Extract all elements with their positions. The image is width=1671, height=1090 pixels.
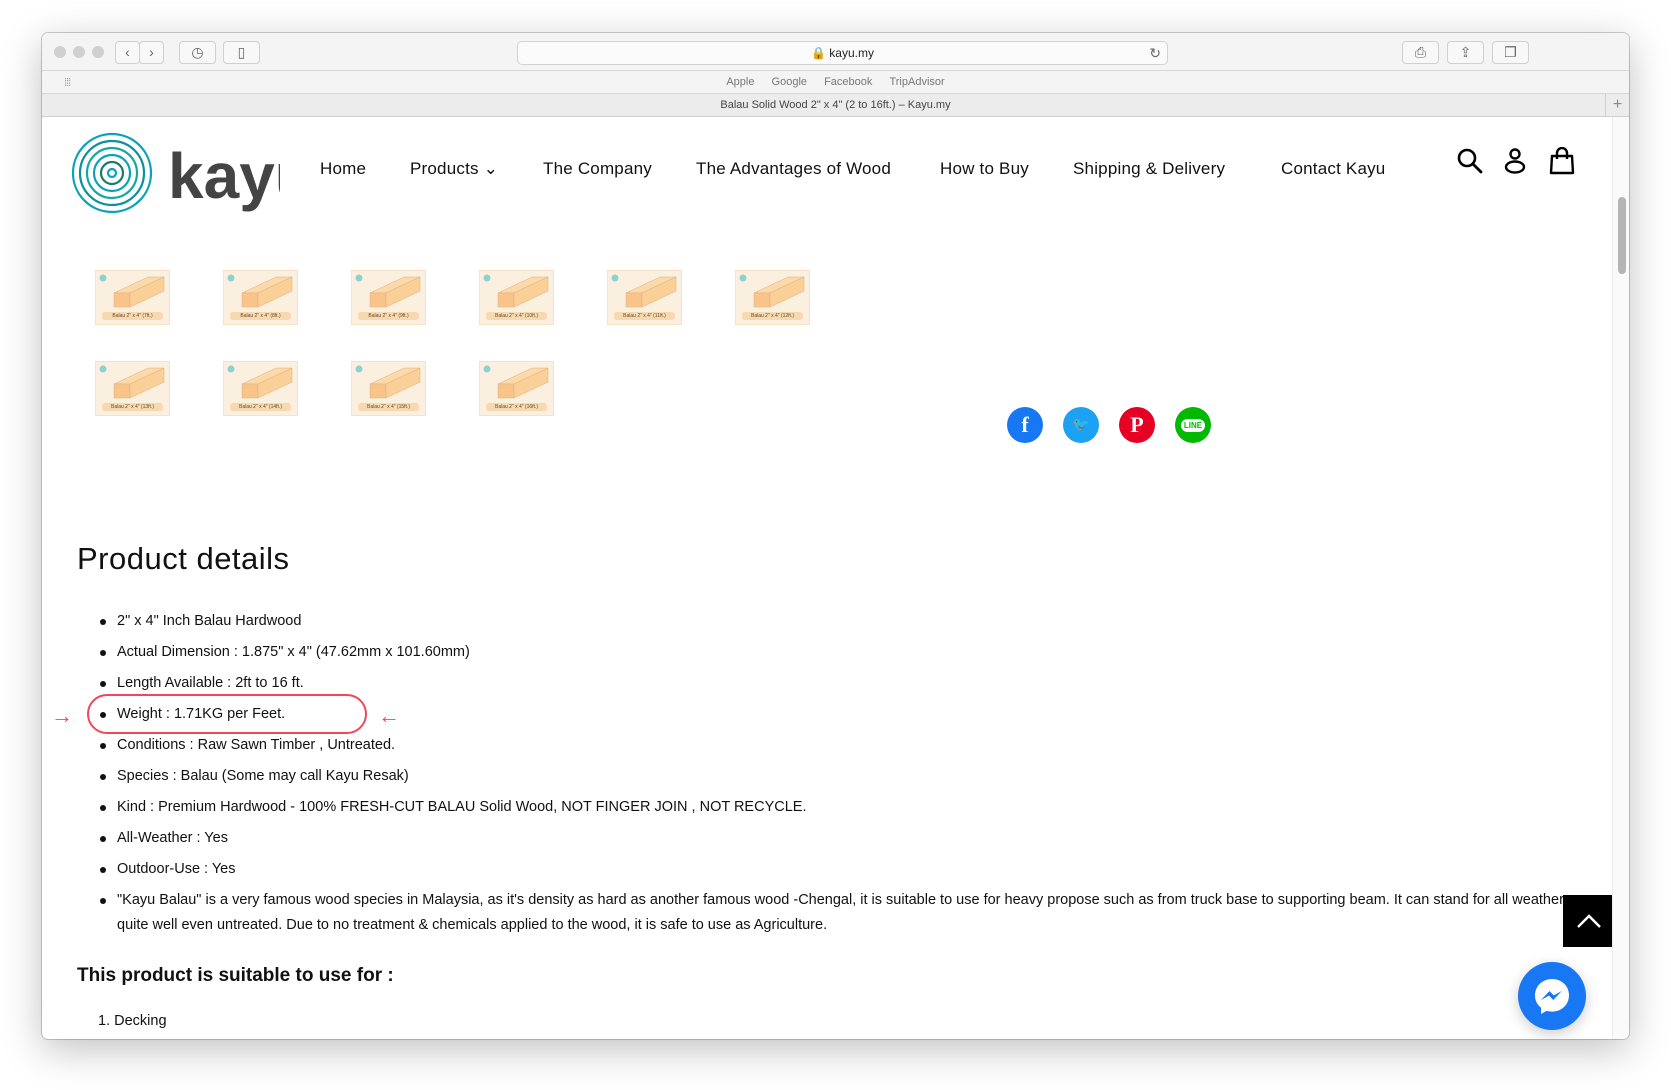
url-text: kayu.my (829, 46, 874, 60)
cart-bag-icon[interactable] (1549, 147, 1575, 175)
share-pinterest-button[interactable]: P (1119, 407, 1155, 443)
messenger-chat-button[interactable] (1518, 962, 1586, 1030)
thumbnail-label: Balau 2" x 4" (13ft.) (102, 403, 163, 411)
chevron-down-icon: ⌄ (483, 159, 499, 178)
detail-item: Kind : Premium Hardwood - 100% FRESH-CUT… (77, 795, 1597, 820)
nav-advantages-of-wood[interactable]: The Advantages of Wood (696, 159, 891, 179)
detail-item: Species : Balau (Some may call Kayu Resa… (77, 764, 1597, 789)
sidebar-icon[interactable]: ▯ (223, 41, 260, 64)
thumbnail-label: Balau 2" x 4" (16ft.) (486, 403, 547, 411)
product-thumbnail[interactable]: Balau 2" x 4" (7ft.) (95, 270, 170, 325)
share-facebook-button[interactable]: f (1007, 407, 1043, 443)
thumbnail-label: Balau 2" x 4" (8ft.) (230, 312, 291, 320)
detail-item: Length Available : 2ft to 16 ft. (77, 671, 1597, 696)
chevron-up-icon (1577, 914, 1601, 928)
arrow-left-annotation-icon: ← (378, 703, 400, 728)
suitable-heading: This product is suitable to use for : (77, 965, 394, 986)
wood-plank-image (355, 274, 421, 308)
wood-plank-image (483, 274, 549, 308)
browser-window: ‹ › ◷ ▯ 🔒 kayu.my ↻ ⎙ ⇪ ❐ ⁞⁞⁞ Apple Googl… (42, 33, 1629, 1039)
thumbnail-label: Balau 2" x 4" (14ft.) (230, 403, 291, 411)
nav-the-company[interactable]: The Company (543, 159, 652, 179)
wood-plank-image (99, 274, 165, 308)
product-details-heading: Product details (77, 541, 290, 576)
back-to-top-button[interactable] (1563, 895, 1615, 947)
arrow-right-annotation-icon: → (51, 703, 73, 728)
tab-bar: Balau Solid Wood 2" x 4" (2 to 16ft.) – … (42, 94, 1629, 117)
account-icon[interactable] (1502, 147, 1528, 175)
detail-item: Outdoor-Use : Yes (77, 857, 1597, 882)
bookmarks-bar: ⁞⁞⁞ Apple Google Facebook TripAdvisor (42, 71, 1629, 94)
suitable-item: 1. Decking (98, 1013, 167, 1029)
facebook-icon: f (1021, 412, 1029, 437)
grid-icon[interactable]: ⁞⁞⁞ (64, 72, 71, 94)
wood-plank-image (611, 274, 677, 308)
browser-toolbar: ‹ › ◷ ▯ 🔒 kayu.my ↻ ⎙ ⇪ ❐ (42, 33, 1629, 71)
nav-how-to-buy[interactable]: How to Buy (940, 159, 1029, 179)
detail-item: All-Weather : Yes (77, 826, 1597, 851)
wood-plank-image (99, 365, 165, 399)
thumbnail-label: Balau 2" x 4" (9ft.) (358, 312, 419, 320)
thumbnail-label: Balau 2" x 4" (11ft.) (614, 312, 675, 320)
bookmark-google[interactable]: Google (772, 76, 807, 88)
pinterest-icon: P (1130, 412, 1144, 437)
minimize-window-button[interactable] (73, 46, 85, 58)
nav-shipping-delivery[interactable]: Shipping & Delivery (1073, 159, 1225, 179)
zoom-window-button[interactable] (92, 46, 104, 58)
reload-icon[interactable]: ↻ (1149, 42, 1161, 64)
new-tab-button[interactable]: + (1605, 94, 1629, 117)
back-button[interactable]: ‹ (115, 41, 140, 64)
forward-button[interactable]: › (139, 41, 164, 64)
close-window-button[interactable] (54, 46, 66, 58)
logo-text: kayu (168, 140, 280, 212)
web-page: kayu Home Products ⌄ The Company The Adv… (42, 117, 1629, 1039)
detail-item: 2" x 4" Inch Balau Hardwood (77, 609, 1597, 634)
detail-item: Conditions : Raw Sawn Timber , Untreated… (77, 733, 1597, 758)
line-icon: LINE (1180, 418, 1206, 432)
twitter-icon: 🐦 (1072, 417, 1090, 433)
nav-contact-kayu[interactable]: Contact Kayu (1281, 159, 1385, 179)
address-bar[interactable]: 🔒 kayu.my ↻ (517, 41, 1168, 65)
vertical-scrollbar[interactable] (1612, 117, 1629, 1039)
kayu-logo[interactable]: kayu (70, 130, 314, 221)
thumbnail-label: Balau 2" x 4" (7ft.) (102, 312, 163, 320)
product-thumbnail[interactable]: Balau 2" x 4" (13ft.) (95, 361, 170, 416)
share-line-button[interactable]: LINE (1175, 407, 1211, 443)
messenger-icon (1535, 979, 1569, 1014)
scrollbar-thumb[interactable] (1618, 197, 1626, 274)
bookmark-tripadvisor[interactable]: TripAdvisor (889, 76, 944, 88)
product-thumbnail[interactable]: Balau 2" x 4" (14ft.) (223, 361, 298, 416)
product-thumbnail[interactable]: Balau 2" x 4" (12ft.) (735, 270, 810, 325)
detail-item: "Kayu Balau" is a very famous wood speci… (77, 888, 1597, 938)
bookmark-facebook[interactable]: Facebook (824, 76, 872, 88)
nav-products-label: Products (410, 159, 479, 178)
product-thumbnail[interactable]: Balau 2" x 4" (15ft.) (351, 361, 426, 416)
thumbnail-label: Balau 2" x 4" (15ft.) (358, 403, 419, 411)
nav-products[interactable]: Products ⌄ (410, 159, 498, 179)
product-details-list: 2" x 4" Inch Balau Hardwood Actual Dimens… (77, 609, 1597, 944)
product-thumbnail[interactable]: Balau 2" x 4" (9ft.) (351, 270, 426, 325)
nav-home[interactable]: Home (320, 159, 366, 179)
print-icon[interactable]: ⎙ (1402, 41, 1439, 64)
thumbnail-label: Balau 2" x 4" (10ft.) (486, 312, 547, 320)
wood-plank-image (483, 365, 549, 399)
product-thumbnail[interactable]: Balau 2" x 4" (11ft.) (607, 270, 682, 325)
wood-plank-image (227, 274, 293, 308)
history-icon[interactable]: ◷ (179, 41, 216, 64)
tab-title[interactable]: Balau Solid Wood 2" x 4" (2 to 16ft.) – … (720, 99, 950, 111)
bookmark-apple[interactable]: Apple (726, 76, 754, 88)
product-thumbnail[interactable]: Balau 2" x 4" (10ft.) (479, 270, 554, 325)
wood-plank-image (739, 274, 805, 308)
product-thumbnail[interactable]: Balau 2" x 4" (16ft.) (479, 361, 554, 416)
wood-plank-image (355, 365, 421, 399)
share-twitter-button[interactable]: 🐦 (1063, 407, 1099, 443)
share-icon[interactable]: ⇪ (1447, 41, 1484, 64)
thumbnail-label: Balau 2" x 4" (12ft.) (742, 312, 803, 320)
highlight-oval-annotation (87, 694, 367, 734)
detail-item: Actual Dimension : 1.875" x 4" (47.62mm … (77, 640, 1597, 665)
product-thumbnail[interactable]: Balau 2" x 4" (8ft.) (223, 270, 298, 325)
wood-plank-image (227, 365, 293, 399)
search-icon[interactable] (1456, 147, 1484, 175)
tabs-overview-icon[interactable]: ❐ (1492, 41, 1529, 64)
